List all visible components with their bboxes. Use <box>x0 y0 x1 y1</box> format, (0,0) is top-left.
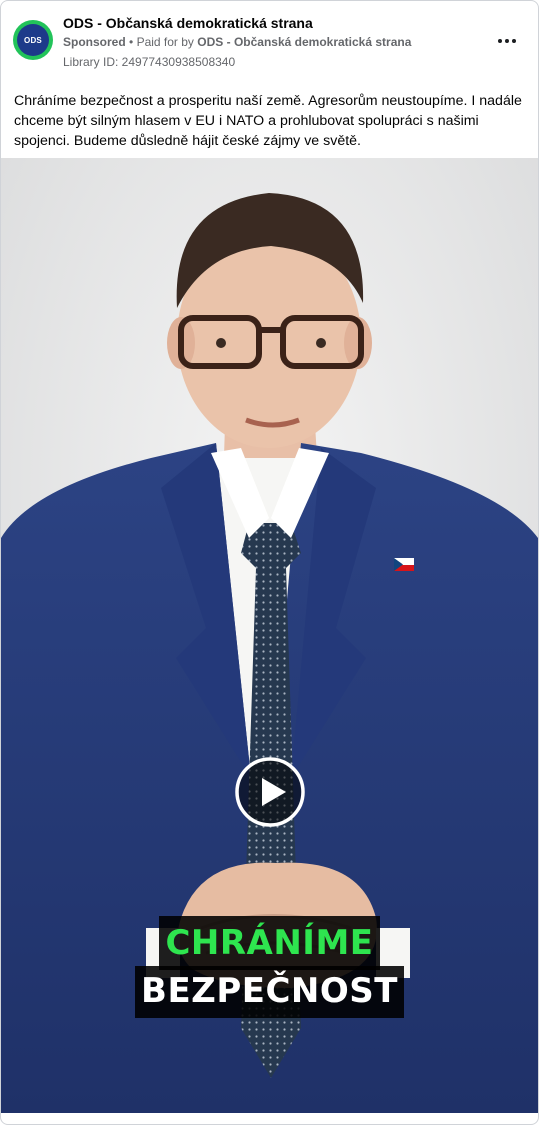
page-name-link[interactable]: ODS - Občanská demokratická strana <box>63 15 313 31</box>
more-options-button[interactable] <box>491 29 523 53</box>
sponsored-line: Sponsored • Paid for by ODS - Občanská d… <box>63 35 411 49</box>
library-id: Library ID: 24977430938508340 <box>63 55 236 69</box>
ad-caption: Chráníme bezpečnost a prosperitu naší ze… <box>14 93 522 149</box>
play-button[interactable] <box>234 756 306 828</box>
sponsored-label: Sponsored <box>63 35 126 49</box>
paid-for-by-label: Paid for by <box>136 35 194 49</box>
avatar-logo-text: ODS <box>24 35 42 45</box>
overlay-line-2: BEZPEČNOST <box>135 966 404 1018</box>
czech-flag-pin <box>394 558 414 571</box>
play-icon <box>235 757 305 827</box>
avatar-logo: ODS <box>17 24 49 56</box>
ad-header: ODS ODS - Občanská demokratická strana S… <box>1 1 538 81</box>
more-dot <box>505 39 509 43</box>
paid-for-by-name[interactable]: ODS - Občanská demokratická strana <box>197 35 411 49</box>
ad-card: ODS ODS - Občanská demokratická strana S… <box>0 0 539 1125</box>
video-player[interactable]: CHRÁNÍME BEZPEČNOST <box>1 158 538 1113</box>
video-caption-overlay: CHRÁNÍME BEZPEČNOST <box>1 916 538 1018</box>
more-dot <box>512 39 516 43</box>
page-avatar[interactable]: ODS <box>13 20 53 60</box>
overlay-line-1: CHRÁNÍME <box>159 916 380 970</box>
meta-separator: • <box>129 35 134 49</box>
more-horizontal-icon <box>498 39 502 43</box>
